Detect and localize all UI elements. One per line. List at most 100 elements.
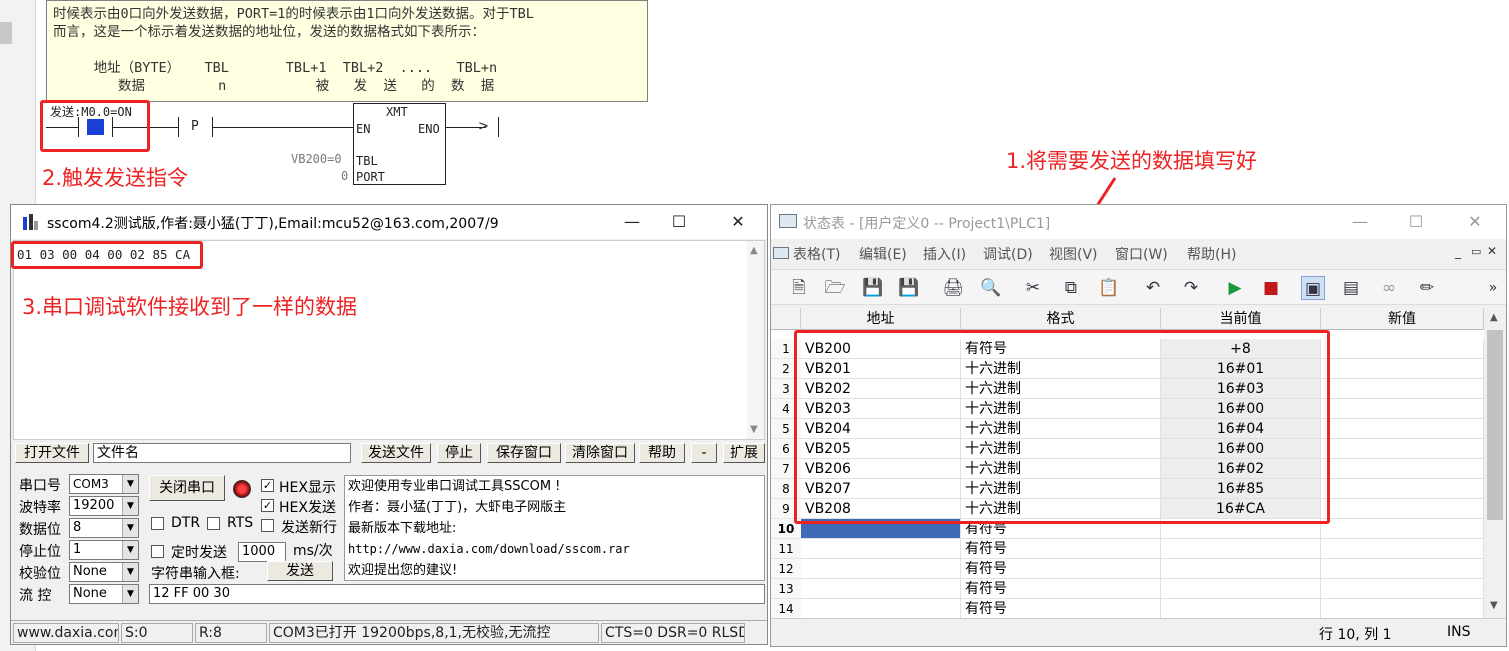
chevron-down-icon[interactable]: ▼: [122, 475, 138, 493]
overflow-icon[interactable]: »: [1481, 276, 1505, 300]
mdi-restore-icon[interactable]: ▭: [1471, 245, 1481, 258]
maximize-icon[interactable]: ☐: [1405, 211, 1427, 233]
menu-debug[interactable]: 调试(D): [983, 244, 1033, 264]
cell-new-value[interactable]: [1321, 399, 1484, 419]
redo-icon[interactable]: ↷: [1179, 276, 1203, 300]
single-read-icon[interactable]: ▤: [1339, 276, 1363, 300]
dtr-checkbox[interactable]: [151, 517, 164, 530]
print-preview-icon[interactable]: 🔍: [979, 276, 1003, 300]
help-button[interactable]: 帮助: [639, 443, 685, 463]
minimize-icon[interactable]: —: [621, 211, 643, 233]
cell-current-value[interactable]: [1161, 599, 1321, 618]
cell-new-value[interactable]: [1321, 439, 1484, 459]
interval-input[interactable]: 1000: [238, 542, 286, 562]
new-icon[interactable]: 🗎: [787, 276, 811, 300]
clear-window-button[interactable]: 清除窗口: [565, 443, 635, 463]
flow-select[interactable]: None ▼: [69, 584, 139, 604]
cell-new-value[interactable]: [1321, 499, 1484, 519]
glasses-icon[interactable]: ∞: [1377, 276, 1401, 300]
menu-edit[interactable]: 编辑(E): [859, 244, 907, 264]
filename-input[interactable]: 文件名: [93, 443, 351, 463]
chevron-down-icon[interactable]: ▼: [122, 497, 138, 515]
scroll-down-icon[interactable]: ▼: [750, 424, 758, 435]
minus-button[interactable]: -: [691, 443, 717, 463]
cell-new-value[interactable]: [1321, 419, 1484, 439]
parity-select[interactable]: None ▼: [69, 562, 139, 582]
grid-scrollbar[interactable]: ▲ ▼: [1484, 308, 1506, 618]
cell-format[interactable]: 有符号: [961, 539, 1161, 559]
open-file-button[interactable]: 打开文件: [15, 443, 89, 463]
cell-current-value[interactable]: [1161, 539, 1321, 559]
undo-icon[interactable]: ↶: [1141, 276, 1165, 300]
col-header-new[interactable]: 新值: [1321, 308, 1484, 330]
scroll-up-icon[interactable]: ▲: [750, 245, 758, 256]
minimize-icon[interactable]: —: [1349, 211, 1371, 233]
copy-icon[interactable]: ⧉: [1059, 276, 1083, 300]
chevron-down-icon[interactable]: ▼: [122, 519, 138, 537]
col-header-address[interactable]: 地址: [801, 308, 961, 330]
mdi-close-icon[interactable]: ✕: [1487, 244, 1497, 258]
receive-area[interactable]: 01 03 00 04 00 02 85 CA ▲ ▼: [13, 240, 765, 440]
cell-address[interactable]: [801, 539, 961, 559]
chevron-down-icon[interactable]: ▼: [122, 541, 138, 559]
close-icon[interactable]: ✕: [727, 211, 749, 233]
close-icon[interactable]: ✕: [1464, 211, 1486, 233]
cell-format[interactable]: 有符号: [961, 559, 1161, 579]
hex-display-checkbox[interactable]: ✓: [261, 479, 274, 492]
cell-format[interactable]: 有符号: [961, 599, 1161, 618]
cell-new-value[interactable]: [1321, 519, 1484, 539]
run-icon[interactable]: ▶: [1223, 276, 1247, 300]
menu-help[interactable]: 帮助(H): [1187, 244, 1236, 264]
expand-button[interactable]: 扩展: [723, 443, 765, 463]
chevron-down-icon[interactable]: ▼: [122, 563, 138, 581]
status-table-titlebar[interactable]: 状态表 - [用户定义0 -- Project1\PLC1] — ☐ ✕: [771, 205, 1506, 239]
paste-icon[interactable]: 📋: [1097, 276, 1121, 300]
send-newline-checkbox[interactable]: [261, 519, 274, 532]
xmt-block[interactable]: XMT EN ENO TBL PORT: [353, 103, 446, 185]
hex-send-checkbox[interactable]: ✓: [261, 499, 274, 512]
receive-scrollbar[interactable]: ▲ ▼: [747, 241, 764, 439]
menu-window[interactable]: 窗口(W): [1115, 244, 1168, 264]
cell-new-value[interactable]: [1321, 339, 1484, 359]
stop-icon[interactable]: ■: [1259, 276, 1283, 300]
rts-checkbox[interactable]: [207, 517, 220, 530]
stopbits-select[interactable]: 1 ▼: [69, 540, 139, 560]
send-button[interactable]: 发送: [267, 561, 333, 581]
cell-new-value[interactable]: [1321, 539, 1484, 559]
cell-new-value[interactable]: [1321, 579, 1484, 599]
print-icon[interactable]: 🖨: [941, 276, 965, 300]
timed-send-checkbox[interactable]: [151, 545, 164, 558]
cell-new-value[interactable]: [1321, 479, 1484, 499]
sscom-window[interactable]: sscom4.2测试版,作者:聂小猛(丁丁),Email:mcu52@163.c…: [10, 204, 768, 645]
cell-address[interactable]: [801, 579, 961, 599]
cell-new-value[interactable]: [1321, 559, 1484, 579]
maximize-icon[interactable]: ☐: [668, 211, 690, 233]
col-header-current[interactable]: 当前值: [1161, 308, 1321, 330]
open-icon[interactable]: 🗁: [823, 276, 847, 300]
cell-current-value[interactable]: [1161, 559, 1321, 579]
close-port-button[interactable]: 关闭串口: [149, 475, 225, 501]
col-header-format[interactable]: 格式: [961, 308, 1161, 330]
cell-new-value[interactable]: [1321, 379, 1484, 399]
databits-select[interactable]: 8 ▼: [69, 518, 139, 538]
stop-button[interactable]: 停止: [437, 443, 481, 463]
cut-icon[interactable]: ✂: [1021, 276, 1045, 300]
port-select[interactable]: COM3 ▼: [69, 474, 139, 494]
menu-view[interactable]: 视图(V): [1049, 244, 1098, 264]
cell-new-value[interactable]: [1321, 599, 1484, 618]
cell-current-value[interactable]: [1161, 579, 1321, 599]
cell-new-value[interactable]: [1321, 459, 1484, 479]
menu-table[interactable]: 表格(T): [793, 244, 840, 264]
sscom-titlebar[interactable]: sscom4.2测试版,作者:聂小猛(丁丁),Email:mcu52@163.c…: [11, 205, 767, 239]
save-all-icon[interactable]: 💾: [897, 276, 921, 300]
chart-status-icon[interactable]: ▣: [1301, 276, 1325, 300]
baud-select[interactable]: 19200 ▼: [69, 496, 139, 516]
cell-address[interactable]: [801, 559, 961, 579]
cell-new-value[interactable]: [1321, 359, 1484, 379]
scroll-up-icon[interactable]: ▲: [1490, 312, 1498, 323]
scroll-thumb[interactable]: [1487, 330, 1503, 520]
scroll-down-icon[interactable]: ▼: [1490, 600, 1498, 611]
cell-format[interactable]: 有符号: [961, 579, 1161, 599]
mdi-minimize-icon[interactable]: _: [1455, 245, 1461, 259]
pen-icon[interactable]: ✏: [1415, 276, 1439, 300]
